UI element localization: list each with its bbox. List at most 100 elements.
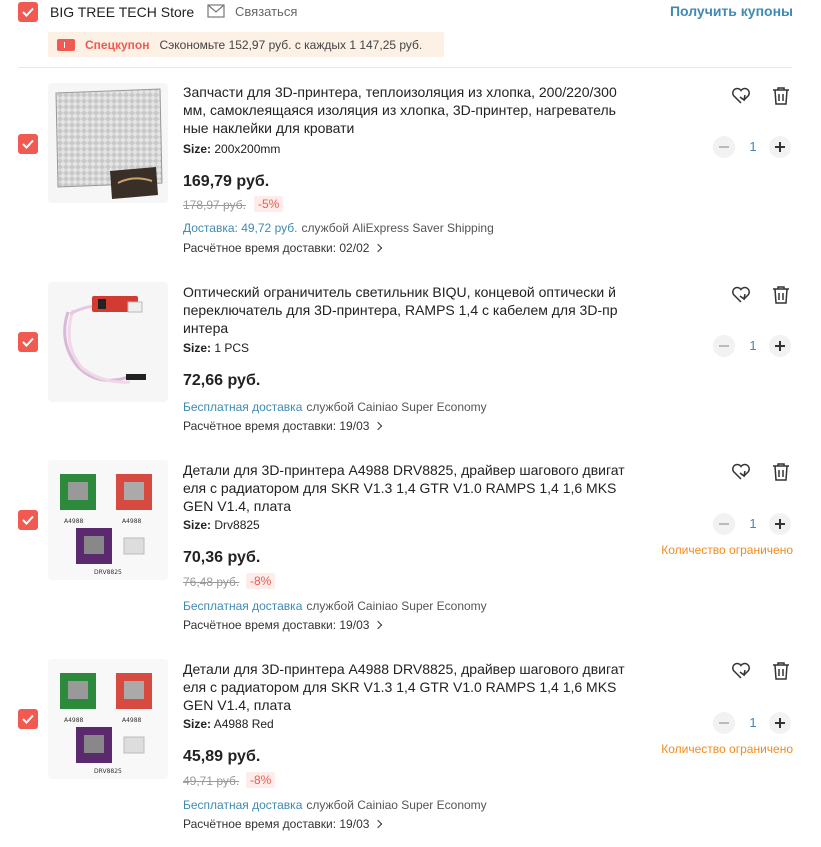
old-price: 49,71 руб. bbox=[183, 774, 240, 788]
old-price: 76,48 руб. bbox=[183, 575, 240, 589]
trash-icon[interactable] bbox=[770, 660, 792, 682]
delivery-eta[interactable]: Расчётное время доставки: 02/02 bbox=[183, 241, 383, 255]
item-checkbox[interactable] bbox=[18, 332, 38, 352]
product-sku[interactable]: Size: Drv8825 bbox=[183, 518, 260, 532]
sku-label: Size: bbox=[183, 717, 212, 731]
chevron-right-icon bbox=[374, 243, 383, 253]
quantity-increase-button[interactable] bbox=[769, 712, 791, 734]
shipping-label: Доставка: 49,72 руб. bbox=[183, 221, 298, 235]
quantity-decrease-button[interactable] bbox=[713, 335, 735, 357]
wishlist-heart-icon[interactable] bbox=[730, 461, 752, 483]
sku-value: A4988 Red bbox=[213, 717, 274, 731]
quantity-increase-button[interactable] bbox=[769, 335, 791, 357]
quantity-value[interactable]: 1 bbox=[743, 715, 763, 730]
quantity-increase-button[interactable] bbox=[769, 513, 791, 535]
quantity-decrease-button[interactable] bbox=[713, 136, 735, 158]
drv8825-label: DRV8825 bbox=[94, 569, 122, 576]
product-title[interactable]: Запчасти для 3D-принтера, теплоизоляция … bbox=[183, 83, 643, 137]
shipping-service: службой AliExpress Saver Shipping bbox=[301, 221, 494, 235]
discount-badge: -8% bbox=[246, 772, 276, 788]
quantity-decrease-button[interactable] bbox=[713, 712, 735, 734]
eta-text: Расчётное время доставки: 19/03 bbox=[183, 419, 370, 433]
get-coupons-link[interactable]: Получить купоны bbox=[670, 3, 793, 19]
trash-icon[interactable] bbox=[770, 284, 792, 306]
a4988-label: A4988 bbox=[122, 518, 142, 525]
quantity-decrease-button[interactable] bbox=[713, 513, 735, 535]
store-name[interactable]: BIG TREE TECH Store bbox=[50, 4, 194, 20]
coupon-bar: Спецкупон Сэкономьте 152,97 руб. с кажды… bbox=[48, 32, 444, 57]
shipping-label: Бесплатная доставка bbox=[183, 599, 303, 613]
envelope-icon[interactable] bbox=[207, 4, 225, 21]
quantity-value[interactable]: 1 bbox=[743, 338, 763, 353]
delivery-eta[interactable]: Расчётное время доставки: 19/03 bbox=[183, 817, 383, 831]
shipping-service: службой Cainiao Super Economy bbox=[306, 798, 487, 812]
shipping-info: Бесплатная доставка службой Cainiao Super… bbox=[183, 798, 487, 812]
sku-label: Size: bbox=[183, 142, 212, 156]
product-image[interactable] bbox=[48, 83, 168, 203]
a4988-label: A4988 bbox=[64, 518, 84, 525]
discount-badge: -5% bbox=[254, 196, 284, 212]
contact-seller-link[interactable]: Связаться bbox=[235, 4, 297, 19]
wishlist-heart-icon[interactable] bbox=[730, 660, 752, 682]
quantity-increase-button[interactable] bbox=[769, 136, 791, 158]
check-icon bbox=[22, 337, 34, 347]
divider bbox=[18, 67, 792, 68]
product-image[interactable] bbox=[48, 282, 168, 402]
product-title[interactable]: Детали для 3D-принтера A4988 DRV8825, др… bbox=[183, 461, 643, 515]
trash-icon[interactable] bbox=[770, 461, 792, 483]
item-checkbox[interactable] bbox=[18, 510, 38, 530]
product-title[interactable]: Оптический ограничитель светильник BIQU,… bbox=[183, 283, 643, 337]
shipping-info: Бесплатная доставка службой Cainiao Super… bbox=[183, 400, 487, 414]
product-price: 45,89 руб. bbox=[183, 748, 261, 765]
store-header: BIG TREE TECH Store Связаться Получить к… bbox=[0, 0, 821, 26]
old-price: 178,97 руб. bbox=[183, 198, 246, 212]
eta-text: Расчётное время доставки: 19/03 bbox=[183, 817, 370, 831]
coupon-ticket-icon bbox=[57, 38, 75, 51]
item-checkbox[interactable] bbox=[18, 134, 38, 154]
a4988-label: A4988 bbox=[122, 717, 142, 724]
check-icon bbox=[22, 515, 34, 525]
shipping-service: службой Cainiao Super Economy bbox=[306, 400, 487, 414]
limited-quantity-note: Количество ограничено bbox=[661, 543, 793, 557]
limited-quantity-note: Количество ограничено bbox=[661, 742, 793, 756]
product-sku[interactable]: Size: 1 PCS bbox=[183, 341, 249, 355]
check-icon bbox=[22, 139, 34, 149]
store-checkbox[interactable] bbox=[18, 2, 38, 22]
coupon-label: Спецкупон bbox=[85, 37, 150, 52]
wishlist-heart-icon[interactable] bbox=[730, 284, 752, 306]
check-icon bbox=[22, 7, 34, 17]
chevron-right-icon bbox=[374, 620, 383, 630]
chevron-right-icon bbox=[374, 819, 383, 829]
delivery-eta[interactable]: Расчётное время доставки: 19/03 bbox=[183, 618, 383, 632]
sku-label: Size: bbox=[183, 341, 212, 355]
product-price: 70,36 руб. bbox=[183, 549, 261, 566]
product-sku[interactable]: Size: 200x200mm bbox=[183, 142, 280, 156]
check-icon bbox=[22, 714, 34, 724]
shipping-info: Бесплатная доставка службой Cainiao Super… bbox=[183, 599, 487, 613]
sku-label: Size: bbox=[183, 518, 212, 532]
delivery-eta[interactable]: Расчётное время доставки: 19/03 bbox=[183, 419, 383, 433]
discount-badge: -8% bbox=[246, 573, 276, 589]
eta-text: Расчётное время доставки: 19/03 bbox=[183, 618, 370, 632]
quantity-value[interactable]: 1 bbox=[743, 139, 763, 154]
wishlist-heart-icon[interactable] bbox=[730, 85, 752, 107]
shipping-info: Доставка: 49,72 руб. службой AliExpress S… bbox=[183, 221, 494, 235]
product-price: 169,79 руб. bbox=[183, 173, 270, 190]
eta-text: Расчётное время доставки: 02/02 bbox=[183, 241, 370, 255]
quantity-value[interactable]: 1 bbox=[743, 516, 763, 531]
drv8825-label: DRV8825 bbox=[94, 768, 122, 775]
sku-value: Drv8825 bbox=[214, 518, 260, 532]
product-price: 72,66 руб. bbox=[183, 372, 261, 389]
shipping-label: Бесплатная доставка bbox=[183, 798, 303, 812]
chevron-right-icon bbox=[374, 421, 383, 431]
a4988-label: A4988 bbox=[64, 717, 84, 724]
sku-value: 1 PCS bbox=[214, 341, 250, 355]
sku-value: 200x200mm bbox=[214, 142, 281, 156]
product-image[interactable]: A4988 A4988 DRV8825 bbox=[48, 659, 168, 779]
product-image[interactable]: A4988 A4988 DRV8825 bbox=[48, 460, 168, 580]
product-title[interactable]: Детали для 3D-принтера A4988 DRV8825, др… bbox=[183, 660, 643, 714]
shipping-label: Бесплатная доставка bbox=[183, 400, 303, 414]
item-checkbox[interactable] bbox=[18, 709, 38, 729]
trash-icon[interactable] bbox=[770, 85, 792, 107]
product-sku[interactable]: Size: A4988 Red bbox=[183, 717, 274, 731]
